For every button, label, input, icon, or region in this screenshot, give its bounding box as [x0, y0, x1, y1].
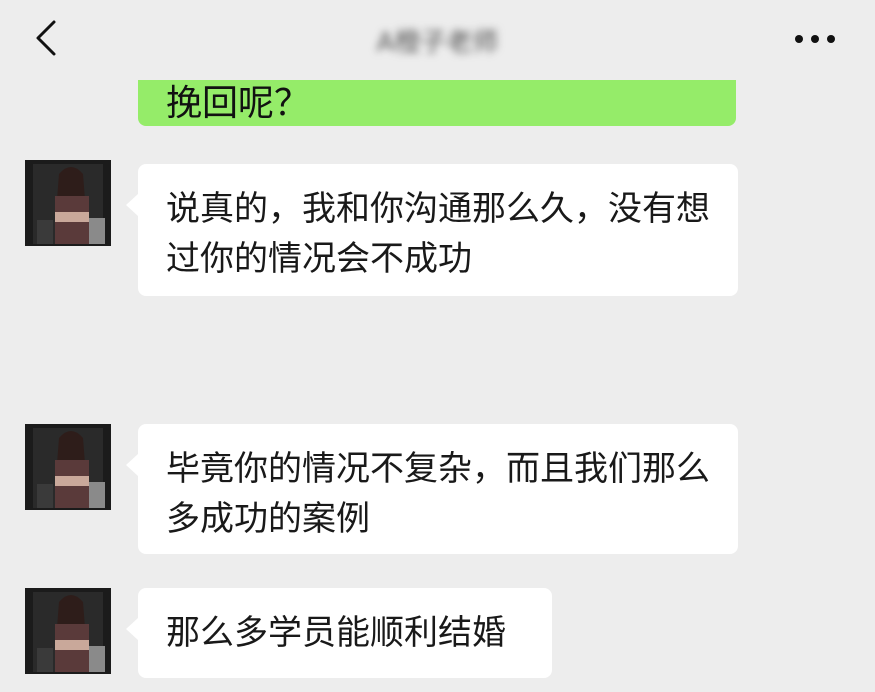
- more-button[interactable]: [793, 24, 837, 54]
- incoming-message-bubble[interactable]: 说真的，我和你沟通那么久，没有想过你的情况会不成功: [126, 164, 738, 296]
- chat-area: 挽回呢？ 说真的，我和你沟通那么久，没有想过你的情况会不成功 毕竟你的情况不复杂…: [0, 0, 875, 692]
- chat-title: A橙子老师: [376, 28, 499, 58]
- message-text: 那么多学员能顺利结婚: [166, 613, 506, 653]
- back-button[interactable]: [28, 18, 68, 58]
- more-dots-icon: [795, 35, 835, 43]
- chat-header: A橙子老师: [0, 0, 875, 80]
- chevron-left-icon: [36, 20, 56, 56]
- incoming-message-bubble[interactable]: 那么多学员能顺利结婚: [126, 588, 552, 678]
- avatar[interactable]: [25, 160, 111, 246]
- message-text: 挽回呢？: [166, 83, 311, 124]
- avatar[interactable]: [25, 588, 111, 674]
- incoming-message-bubble[interactable]: 毕竟你的情况不复杂，而且我们那么多成功的案例: [126, 424, 738, 554]
- message-text: 毕竟你的情况不复杂，而且我们那么多成功的案例: [166, 449, 710, 539]
- message-text: 说真的，我和你沟通那么久，没有想过你的情况会不成功: [166, 189, 710, 279]
- avatar[interactable]: [25, 424, 111, 510]
